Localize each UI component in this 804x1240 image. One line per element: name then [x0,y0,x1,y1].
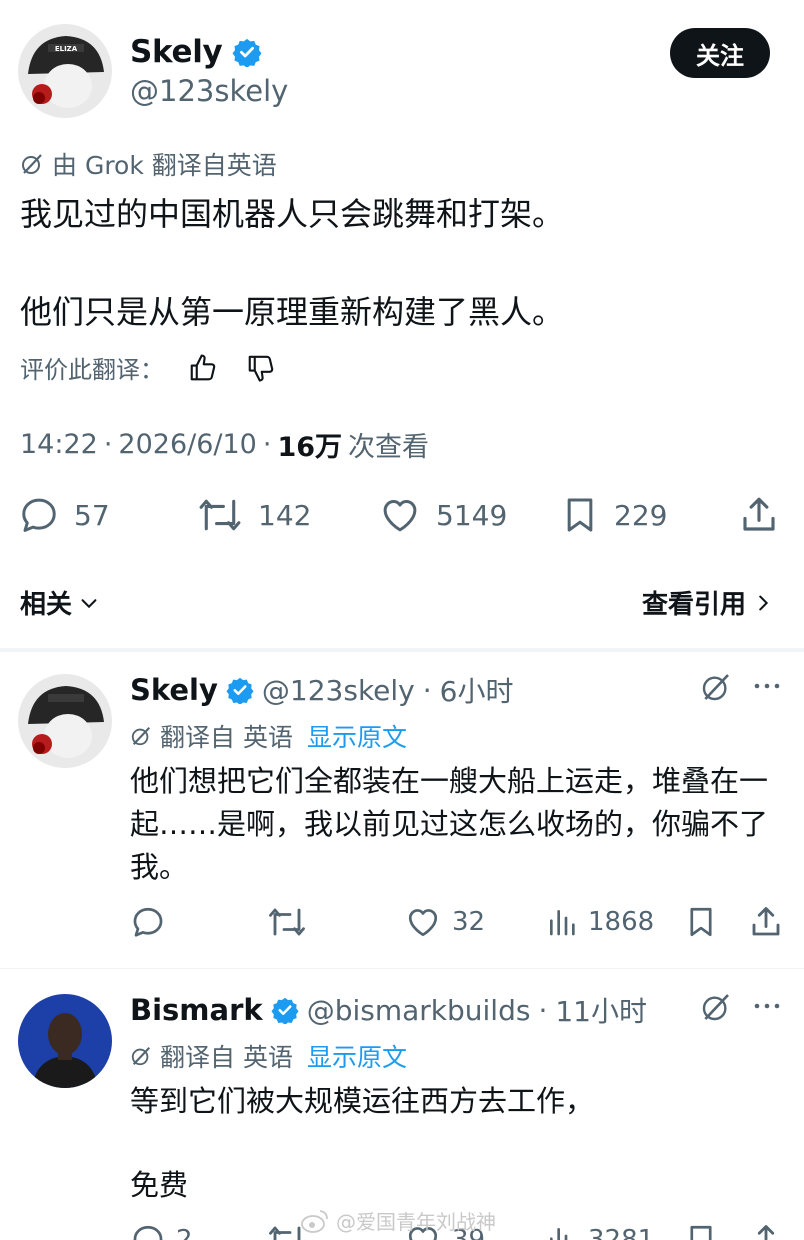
chevron-right-icon [752,592,774,614]
reply1-author-handle[interactable]: @123skely [262,674,415,707]
reply1-views-action[interactable]: 1868 [546,904,654,940]
reply-action[interactable]: 57 [18,494,110,536]
heart-icon [404,904,442,940]
reply1-like-action[interactable]: 32 [404,904,485,940]
author-handle[interactable]: @123skely [130,74,288,108]
reply1-reply-icon[interactable] [130,904,166,940]
views-count: 16万 [277,432,343,463]
reply1-bookmark-icon[interactable] [684,904,718,940]
grok-icon[interactable] [700,990,732,1024]
grok-icon [130,1045,152,1067]
author-name[interactable]: Skely [130,34,223,70]
view-quotes-link[interactable]: 查看引用 [642,584,774,621]
tweet-text-line1: 我见过的中国机器人只会跳舞和打架。 [20,195,565,233]
reply2-time[interactable]: 11小时 [555,990,647,1030]
analytics-icon [546,1222,578,1240]
reply2-avatar[interactable] [18,994,112,1088]
reply1-text: 他们想把它们全都装在一艘大船上运走，堆叠在一起……是啊，我以前见过这怎么收场的，… [130,764,769,884]
watermark: @爱国青年刘战神 [300,1206,496,1235]
bookmark-action[interactable]: 229 [560,494,667,536]
reply-icon [18,494,60,536]
share-icon[interactable] [738,494,780,536]
reply2-author-name[interactable]: Bismark [130,993,263,1027]
show-original-link[interactable]: 显示原文 [307,1038,407,1074]
reply2-text-line1: 等到它们被大规模运往西方去工作， [130,1084,595,1118]
svg-text:ELIZA: ELIZA [55,45,78,53]
reply2-translation-note: 翻译自 英语 显示原文 [130,1038,407,1074]
grok-icon[interactable] [700,670,732,704]
reply1-translation-note: 翻译自 英语 显示原文 [130,718,407,754]
reply-icon [130,1222,166,1240]
thumbs-up-icon[interactable] [188,353,218,383]
reply2-bookmark-icon[interactable] [684,1222,718,1240]
verified-badge-icon [226,676,254,704]
reply1-repost-icon[interactable] [266,904,308,940]
more-icon[interactable] [752,680,782,692]
related-dropdown[interactable]: 相关 [20,584,100,621]
verified-badge-icon [271,996,299,1024]
chevron-down-icon [78,592,100,614]
reply2-views-action[interactable]: 3281 [546,1222,654,1240]
reply1-author-name[interactable]: Skely [130,673,218,707]
more-icon[interactable] [752,1000,782,1012]
repost-icon [196,494,244,536]
reply2-reply-action[interactable]: 2 [130,1222,193,1240]
show-original-link[interactable]: 显示原文 [307,718,407,754]
tweet-text-line2: 他们只是从第一原理重新构建了黑人。 [20,293,565,331]
tweet-meta: 14:22 · 2026/6/10 · 16万 次查看 [20,425,429,464]
repost-action[interactable]: 142 [196,494,311,536]
follow-button[interactable]: 关注 [670,28,770,78]
weibo-logo-icon [300,1208,330,1234]
like-action[interactable]: 5149 [378,494,507,536]
reply2-header: Bismark @bismarkbuilds · 11小时 [130,990,647,1030]
reply1-time[interactable]: 6小时 [440,670,514,710]
reply1-header: Skely @123skely · 6小时 [130,670,513,710]
rate-label: 评价此翻译： [20,356,164,384]
verified-badge-icon [232,37,262,67]
thumbs-down-icon[interactable] [246,353,276,383]
reply2-share-icon[interactable] [748,1222,784,1240]
translation-note: 由 Grok 翻译自英语 [20,146,277,182]
bookmark-icon [560,494,600,536]
section-divider [0,648,804,652]
reply2-author-handle[interactable]: @bismarkbuilds [307,994,531,1027]
reply2-text-line2: 免费 [130,1168,189,1202]
tweet-time[interactable]: 14:22 [20,429,98,460]
reply1-share-icon[interactable] [748,904,784,940]
tweet-date[interactable]: 2026/6/10 [118,429,256,460]
rate-translation: 评价此翻译： [20,350,276,385]
reply1-avatar[interactable] [18,674,112,768]
analytics-icon [546,904,578,940]
grok-icon [130,725,152,747]
reply-divider [0,968,804,969]
author-avatar[interactable]: ELIZA [18,24,112,118]
heart-icon [378,494,422,536]
grok-icon [20,152,44,176]
views-label: 次查看 [348,432,430,463]
